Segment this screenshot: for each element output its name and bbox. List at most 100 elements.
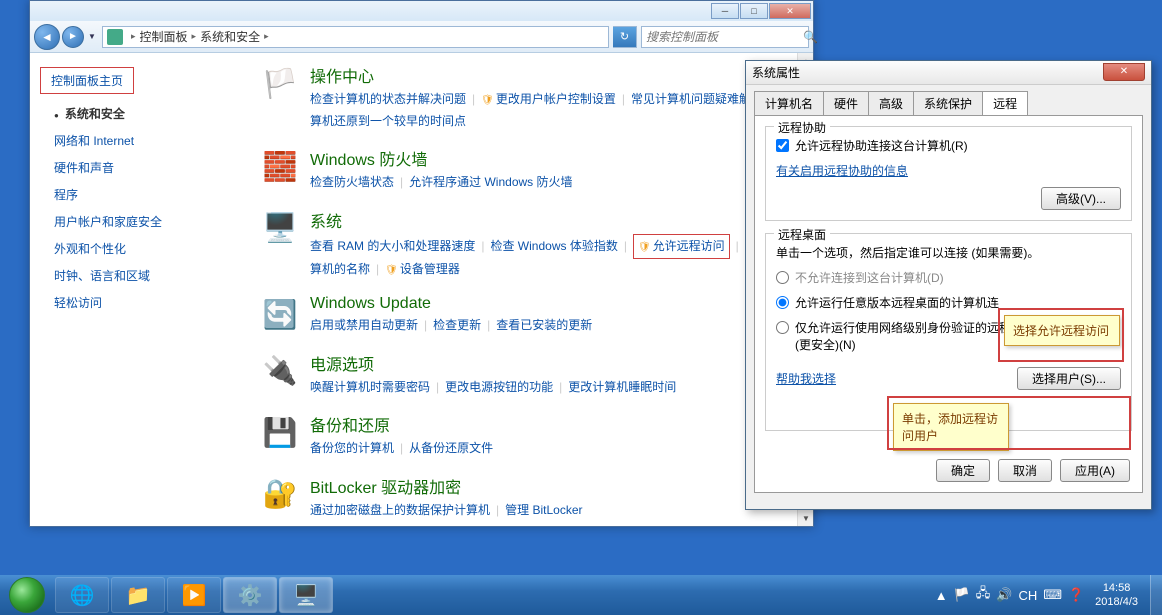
maximize-button[interactable]: □ [740, 3, 768, 19]
cancel-button[interactable]: 取消 [998, 459, 1052, 482]
groupbox-title: 远程桌面 [774, 226, 830, 243]
refresh-button[interactable]: ↻ [613, 26, 637, 48]
search-input[interactable] [646, 30, 803, 44]
category-icon: 🏳️ [260, 63, 300, 103]
sidebar-home[interactable]: 控制面板主页 [40, 67, 134, 94]
tray-help-icon[interactable]: ❓ [1068, 587, 1084, 603]
nav-history-dropdown[interactable]: ▼ [86, 27, 98, 47]
ok-button[interactable]: 确定 [936, 459, 990, 482]
breadcrumb-sep: ▸ [131, 31, 136, 42]
content-area: 控制面板主页 ●系统和安全 网络和 Internet 硬件和声音 程序 用户帐户… [30, 53, 813, 526]
link-divider: | [400, 175, 403, 189]
category-title[interactable]: BitLocker 驱动器加密 [310, 474, 793, 498]
category-link[interactable]: 设备管理器 [400, 262, 460, 276]
minimize-button[interactable]: ─ [711, 3, 739, 19]
sidebar-item-system-security[interactable]: ●系统和安全 [40, 100, 230, 127]
taskbar-explorer[interactable]: 📁 [111, 577, 165, 613]
search-icon[interactable]: 🔍 [803, 30, 818, 44]
sidebar-item-ease[interactable]: 轻松访问 [40, 289, 230, 316]
tab-computer-name[interactable]: 计算机名 [754, 91, 824, 115]
category-title[interactable]: 操作中心 [310, 63, 793, 87]
advanced-button[interactable]: 高级(V)... [1041, 187, 1121, 210]
radio-dont-allow[interactable] [776, 271, 789, 284]
category-title[interactable]: 系统 [310, 208, 793, 232]
category-link[interactable]: 通过加密磁盘上的数据保护计算机 [310, 503, 490, 517]
sidebar-item-clock[interactable]: 时钟、语言和区域 [40, 262, 230, 289]
category-link[interactable]: 启用或禁用自动更新 [310, 318, 418, 332]
taskbar-media-player[interactable]: ▶️ [167, 577, 221, 613]
start-button[interactable] [0, 575, 54, 615]
category-link[interactable]: 允许程序通过 Windows 防火墙 [409, 175, 572, 189]
show-desktop-button[interactable] [1150, 575, 1162, 615]
category-link[interactable]: 更改电源按钮的功能 [445, 380, 553, 394]
category: 🔌电源选项唤醒计算机时需要密码|更改电源按钮的功能|更改计算机睡眠时间 [260, 351, 793, 399]
select-users-button[interactable]: 选择用户(S)... [1017, 367, 1121, 390]
dialog-close-button[interactable]: ✕ [1103, 63, 1145, 81]
close-button[interactable]: ✕ [769, 3, 811, 19]
shield-icon: 🛡 [638, 242, 651, 253]
category-link[interactable]: 更改计算机睡眠时间 [568, 380, 676, 394]
category-link[interactable]: 查看 RAM 的大小和处理器速度 [310, 239, 475, 253]
clock-date: 2018/4/3 [1095, 595, 1138, 609]
sidebar-item-appearance[interactable]: 外观和个性化 [40, 235, 230, 262]
category-link[interactable]: 从备份还原文件 [409, 441, 493, 455]
category-link[interactable]: 常见计算机问题疑难解 [631, 92, 751, 106]
nav-back-button[interactable]: ◄ [34, 24, 60, 50]
help-me-choose-link[interactable]: 帮助我选择 [776, 370, 836, 387]
tab-hardware[interactable]: 硬件 [823, 91, 869, 115]
category-title[interactable]: 备份和还原 [310, 412, 793, 436]
breadcrumb-control-panel[interactable]: 控制面板 [140, 28, 188, 45]
radio-allow-nla[interactable] [776, 321, 789, 334]
link-divider: | [376, 262, 379, 276]
breadcrumb-sep: ▸ [264, 31, 269, 42]
tray-ime-icon[interactable]: ⌨ [1043, 587, 1062, 603]
sidebar-item-hardware[interactable]: 硬件和声音 [40, 154, 230, 181]
breadcrumb-bar[interactable]: ▸ 控制面板 ▸ 系统和安全 ▸ [102, 26, 609, 48]
apply-button[interactable]: 应用(A) [1060, 459, 1130, 482]
tab-system-protection[interactable]: 系统保护 [913, 91, 983, 115]
tab-advanced[interactable]: 高级 [868, 91, 914, 115]
category-title[interactable]: Windows 防火墙 [310, 146, 793, 170]
link-divider: | [622, 92, 625, 106]
category-icon: 🔐 [260, 474, 300, 514]
tray-clock[interactable]: 14:58 2018/4/3 [1095, 581, 1138, 610]
tray-network-icon[interactable]: 🖧 [976, 584, 991, 606]
callout-add-user: 单击，添加远程访问用户 [893, 403, 1009, 451]
category-link[interactable]: 允许远程访问 [653, 239, 725, 253]
tray-flag-icon[interactable]: 🏳️ [954, 587, 970, 603]
remote-assistance-info-link[interactable]: 有关启用远程协助的信息 [776, 162, 908, 179]
breadcrumb-sep: ▸ [192, 31, 197, 42]
category-link[interactable]: 更改用户帐户控制设置 [496, 92, 616, 106]
tray-volume-icon[interactable]: 🔊 [996, 587, 1012, 603]
category-icon: 🔌 [260, 351, 300, 391]
tab-remote[interactable]: 远程 [982, 91, 1028, 115]
allow-remote-assistance-checkbox[interactable] [776, 139, 789, 152]
link-divider: | [481, 239, 484, 253]
sidebar-item-programs[interactable]: 程序 [40, 181, 230, 208]
category-link[interactable]: 查看已安装的更新 [496, 318, 592, 332]
search-field[interactable]: 🔍 [641, 26, 809, 48]
taskbar-control-panel[interactable]: ⚙️ [223, 577, 277, 613]
groupbox-title: 远程协助 [774, 119, 830, 136]
breadcrumb-system-security[interactable]: 系统和安全 [200, 28, 260, 45]
category-link[interactable]: 检查更新 [433, 318, 481, 332]
sidebar-item-network[interactable]: 网络和 Internet [40, 127, 230, 154]
taskbar: 🌐 📁 ▶️ ⚙️ 🖥️ ▲ 🏳️ 🖧 🔊 CH ⌨ ❓ 14:58 2018/… [0, 575, 1162, 615]
tray-up-icon[interactable]: ▲ [935, 588, 948, 603]
category-link[interactable]: 检查计算机的状态并解决问题 [310, 92, 466, 106]
category-link[interactable]: 唤醒计算机时需要密码 [310, 380, 430, 394]
scroll-down-icon[interactable]: ▼ [798, 510, 813, 526]
radio-allow-any[interactable] [776, 296, 789, 309]
category-link[interactable]: 备份您的计算机 [310, 441, 394, 455]
taskbar-system-properties[interactable]: 🖥️ [279, 577, 333, 613]
tray-ime-label[interactable]: CH [1018, 588, 1037, 603]
nav-forward-button[interactable]: ► [62, 26, 84, 48]
category-title[interactable]: 电源选项 [310, 351, 793, 375]
sidebar-item-accounts[interactable]: 用户帐户和家庭安全 [40, 208, 230, 235]
category-link[interactable]: 检查防火墙状态 [310, 175, 394, 189]
category-title[interactable]: Windows Update [310, 295, 793, 313]
checkbox-label: 允许远程协助连接这台计算机(R) [795, 137, 968, 154]
taskbar-ie[interactable]: 🌐 [55, 577, 109, 613]
category-link[interactable]: 管理 BitLocker [505, 503, 582, 517]
category-link[interactable]: 检查 Windows 体验指数 [490, 239, 617, 253]
